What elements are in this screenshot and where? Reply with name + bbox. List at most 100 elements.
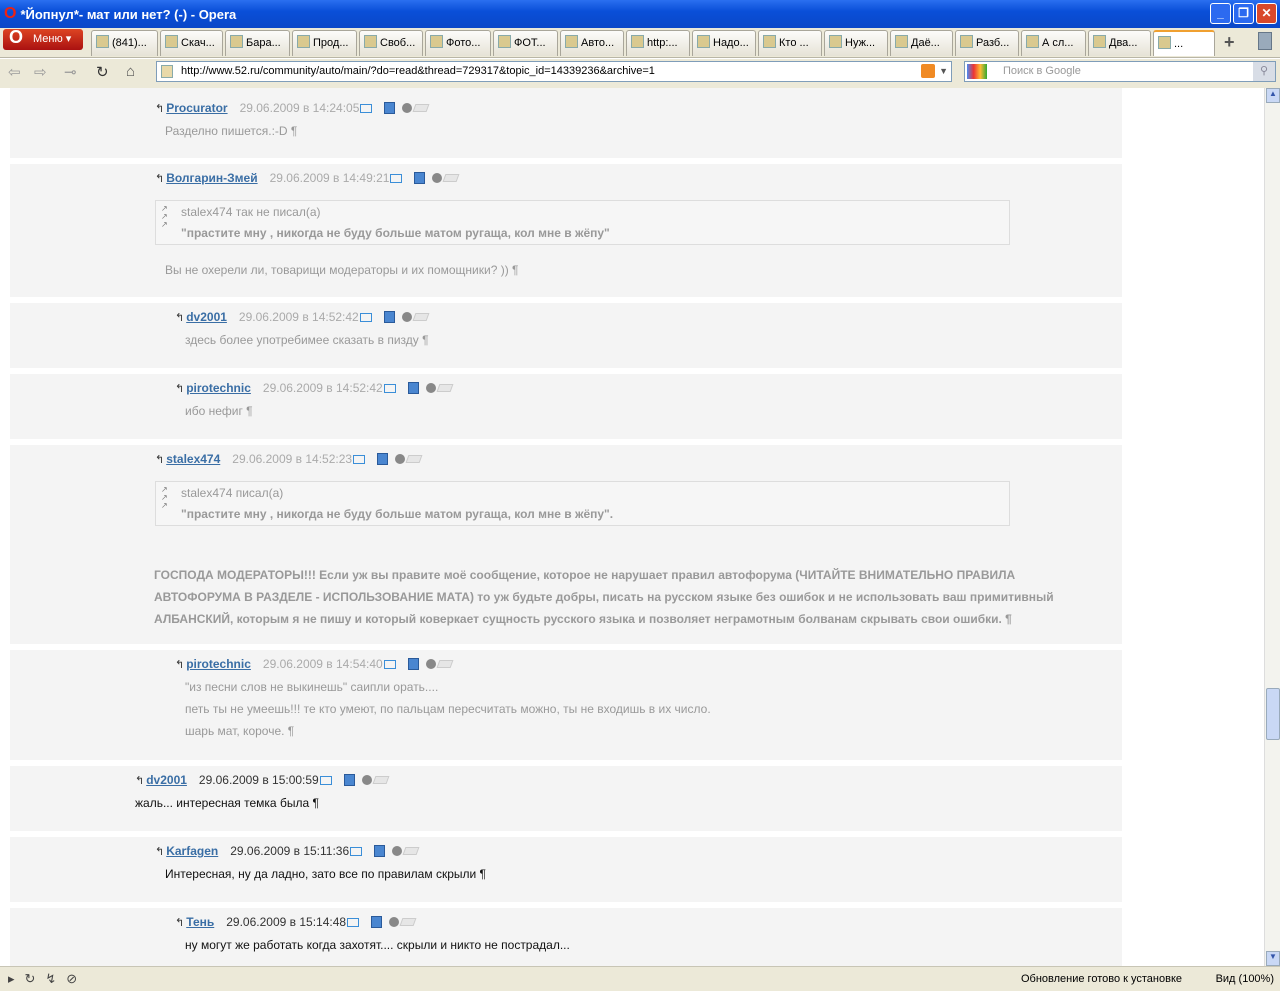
mail-icon[interactable] — [383, 383, 396, 393]
tab[interactable]: (841)... — [91, 30, 158, 56]
scroll-thumb[interactable] — [1266, 688, 1280, 740]
post-author-link[interactable]: Волгарин-Змей — [166, 171, 257, 185]
mail-icon[interactable] — [383, 659, 396, 669]
search-placeholder: Поиск в Google — [1003, 65, 1081, 77]
book-icon[interactable] — [402, 847, 420, 855]
mail-icon[interactable] — [360, 103, 373, 113]
home-icon[interactable]: ⌂ — [126, 63, 135, 80]
reply-arrow-icon[interactable]: ↰ — [175, 382, 184, 395]
tab[interactable]: Два... — [1088, 30, 1151, 56]
rss-icon[interactable] — [921, 64, 935, 78]
reply-arrow-icon[interactable]: ↰ — [155, 845, 164, 858]
book-icon[interactable] — [436, 384, 454, 392]
book-icon[interactable] — [442, 174, 460, 182]
address-field[interactable]: http://www.52.ru/community/auto/main/?do… — [156, 61, 952, 82]
mail-icon[interactable] — [353, 454, 366, 464]
reply-arrow-icon[interactable]: ↰ — [175, 916, 184, 929]
tab[interactable]: Фото... — [425, 30, 491, 56]
search-field[interactable]: Поиск в Google ⚲ — [964, 61, 1276, 82]
chevron-down-icon[interactable]: ▼ — [939, 62, 948, 81]
new-tab-icon[interactable]: + — [1224, 32, 1235, 53]
reply-arrow-icon[interactable]: ↰ — [135, 774, 144, 787]
tab[interactable]: Авто... — [560, 30, 624, 56]
key-icon[interactable] — [392, 846, 403, 856]
post-text: ну могут же работать когда захотят.... с… — [185, 938, 570, 952]
status-text: Обновление готово к установке — [1020, 973, 1182, 985]
post-date: 29.06.2009 в 14:24:05 — [239, 101, 360, 115]
book-icon[interactable] — [399, 918, 417, 926]
tab[interactable]: Бара... — [225, 30, 290, 56]
tab[interactable]: Нуж... — [824, 30, 888, 56]
mail-icon[interactable] — [347, 917, 360, 927]
post-author-link[interactable]: Procurator — [166, 101, 227, 115]
reload-icon[interactable]: ↻ — [96, 63, 109, 81]
post-author-link[interactable]: Тень — [186, 915, 214, 929]
book-icon[interactable] — [436, 660, 454, 668]
reply-arrow-icon[interactable]: ↰ — [155, 172, 164, 185]
scroll-up-button[interactable]: ▲ — [1266, 88, 1280, 103]
reply-arrow-icon[interactable]: ↰ — [155, 453, 164, 466]
reply-arrow-icon[interactable]: ↰ — [175, 658, 184, 671]
key-icon[interactable] — [361, 775, 372, 785]
vertical-scrollbar[interactable]: ▲ ▼ — [1264, 88, 1280, 966]
gift-icon[interactable] — [383, 311, 395, 323]
google-icon[interactable] — [967, 64, 987, 79]
book-icon[interactable] — [372, 776, 390, 784]
tab[interactable]: Даё... — [890, 30, 953, 56]
post-author-link[interactable]: stalex474 — [166, 452, 220, 466]
reply-arrow-icon[interactable]: ↰ — [155, 102, 164, 115]
tab[interactable]: Скач... — [160, 30, 223, 56]
key-icon[interactable] — [401, 312, 412, 322]
post-author-link[interactable]: Karfagen — [166, 844, 218, 858]
mail-icon[interactable] — [350, 846, 363, 856]
search-icon[interactable]: ⚲ — [1253, 62, 1275, 81]
tab[interactable]: Кто ... — [758, 30, 822, 56]
zoom-control[interactable]: Вид (100%) — [1216, 973, 1274, 985]
tab[interactable]: Надо... — [692, 30, 756, 56]
tab[interactable]: А сл... — [1021, 30, 1086, 56]
post-author-link[interactable]: pirotechnic — [186, 381, 251, 395]
gift-icon[interactable] — [384, 102, 396, 114]
gift-icon[interactable] — [414, 172, 426, 184]
book-icon[interactable] — [412, 313, 430, 321]
gift-icon[interactable] — [374, 845, 386, 857]
back-icon[interactable]: ⇦ — [8, 63, 21, 81]
mail-icon[interactable] — [319, 775, 332, 785]
tab-bar: O Меню ▾ (841)... Скач... Бара... Прод... Сво… — [0, 27, 1280, 58]
tab[interactable]: ФОТ... — [493, 30, 558, 56]
reply-arrow-icon[interactable]: ↰ — [175, 311, 184, 324]
book-icon[interactable] — [405, 455, 423, 463]
mail-icon[interactable] — [359, 312, 372, 322]
post-author-link[interactable]: dv2001 — [146, 773, 187, 787]
restore-button[interactable]: ❐ — [1233, 3, 1254, 24]
key-icon[interactable] — [395, 454, 406, 464]
close-button[interactable]: ✕ — [1256, 3, 1277, 24]
key-icon[interactable] — [389, 917, 400, 927]
minimize-button[interactable]: _ — [1210, 3, 1231, 24]
tab[interactable]: Прод... — [292, 30, 357, 56]
tab[interactable]: http:... — [626, 30, 690, 56]
tab[interactable]: Разб... — [955, 30, 1019, 56]
scroll-down-button[interactable]: ▼ — [1266, 951, 1280, 966]
book-icon[interactable] — [412, 104, 430, 112]
trash-icon[interactable] — [1258, 32, 1272, 50]
tab[interactable]: Своб... — [359, 30, 423, 56]
key-icon[interactable] — [432, 173, 443, 183]
tab[interactable]: ... — [1153, 30, 1215, 56]
gift-icon[interactable] — [343, 774, 355, 786]
panel-toggle-icon[interactable]: ▸↻↯⊘ — [8, 971, 87, 987]
gift-icon[interactable] — [407, 382, 419, 394]
key-icon[interactable]: ⊸ — [64, 63, 77, 81]
key-icon[interactable] — [425, 383, 436, 393]
quote-text: "прастите мну , никогда не буду больше м… — [181, 507, 614, 521]
post-author-link[interactable]: pirotechnic — [186, 657, 251, 671]
forward-icon[interactable]: ⇨ — [34, 63, 47, 81]
mail-icon[interactable] — [390, 173, 403, 183]
gift-icon[interactable] — [377, 453, 389, 465]
post-author-link[interactable]: dv2001 — [186, 310, 227, 324]
key-icon[interactable] — [425, 659, 436, 669]
key-icon[interactable] — [402, 103, 413, 113]
gift-icon[interactable] — [371, 916, 383, 928]
menu-button[interactable]: O Меню ▾ — [3, 27, 83, 50]
gift-icon[interactable] — [407, 658, 419, 670]
